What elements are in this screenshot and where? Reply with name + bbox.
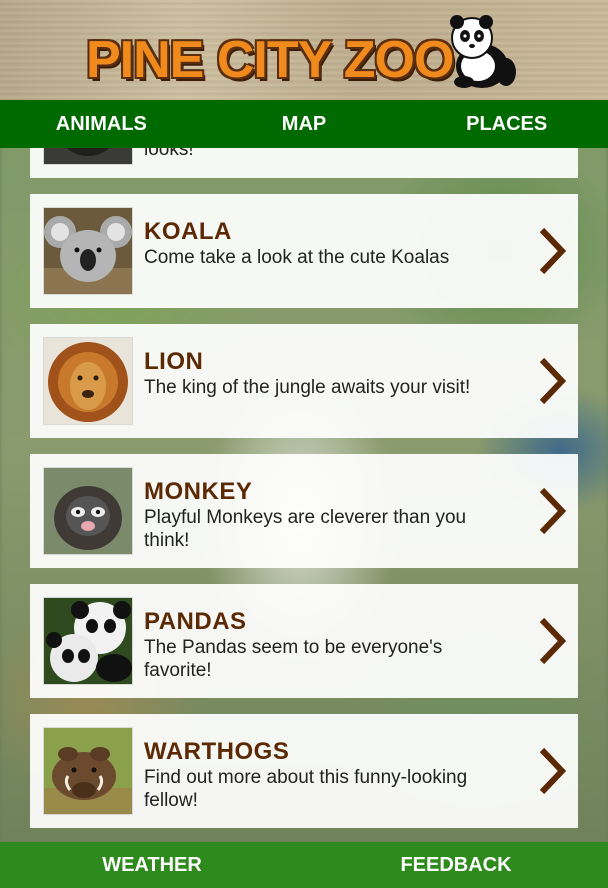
pandas-photo	[44, 598, 132, 684]
lion-photo	[44, 338, 132, 424]
animal-card-monkey[interactable]: MONKEY Playful Monkeys are cleverer than…	[30, 454, 578, 568]
nav-map[interactable]: MAP	[203, 100, 406, 148]
chevron-right-icon[interactable]	[534, 356, 568, 406]
bottom-nav: WEATHER FEEDBACK	[0, 842, 608, 888]
animal-title: KOALA	[144, 218, 232, 245]
animal-list: looks! KOALA Come take a look at the cut…	[30, 148, 578, 842]
top-nav: ANIMALS MAP PLACES	[0, 100, 608, 148]
animal-card-warthogs[interactable]: WARTHOGS Find out more about this funny-…	[30, 714, 578, 828]
animal-description: Playful Monkeys are cleverer than you th…	[144, 507, 467, 551]
monkey-photo	[44, 468, 132, 554]
animal-description: Come take a look at the cute Koalas	[144, 247, 450, 268]
animal-description: Find out more about this funny-looking f…	[144, 767, 468, 811]
animal-title: PANDAS	[144, 608, 247, 635]
animal-title: MONKEY	[144, 478, 253, 505]
nav-feedback[interactable]: FEEDBACK	[304, 842, 608, 888]
nav-animals[interactable]: ANIMALS	[0, 100, 203, 148]
chevron-right-icon[interactable]	[534, 486, 568, 536]
animal-card-gorilla[interactable]: looks!	[30, 148, 578, 178]
animal-card-koala[interactable]: KOALA Come take a look at the cute Koala…	[30, 194, 578, 308]
chevron-right-icon[interactable]	[534, 616, 568, 666]
animal-description: The king of the jungle awaits your visit…	[144, 377, 471, 398]
nav-weather[interactable]: WEATHER	[0, 842, 304, 888]
animal-title: WARTHOGS	[144, 738, 290, 765]
nav-places[interactable]: PLACES	[405, 100, 608, 148]
animal-description: looks!	[144, 148, 194, 160]
chevron-right-icon[interactable]	[534, 746, 568, 796]
warthog-photo	[44, 728, 132, 814]
animal-description: The Pandas seem to be everyone's favorit…	[144, 637, 443, 681]
animal-card-pandas[interactable]: PANDAS The Pandas seem to be everyone's …	[30, 584, 578, 698]
animal-card-lion[interactable]: LION The king of the jungle awaits your …	[30, 324, 578, 438]
header: PINE CITY ZOO	[0, 0, 608, 100]
zoo-logo-text: PINE CITY ZOO	[86, 31, 454, 89]
koala-photo	[44, 208, 132, 294]
animal-title: LION	[144, 348, 204, 375]
gorilla-photo	[44, 148, 132, 164]
chevron-right-icon[interactable]	[534, 226, 568, 276]
panda-icon	[450, 15, 516, 88]
